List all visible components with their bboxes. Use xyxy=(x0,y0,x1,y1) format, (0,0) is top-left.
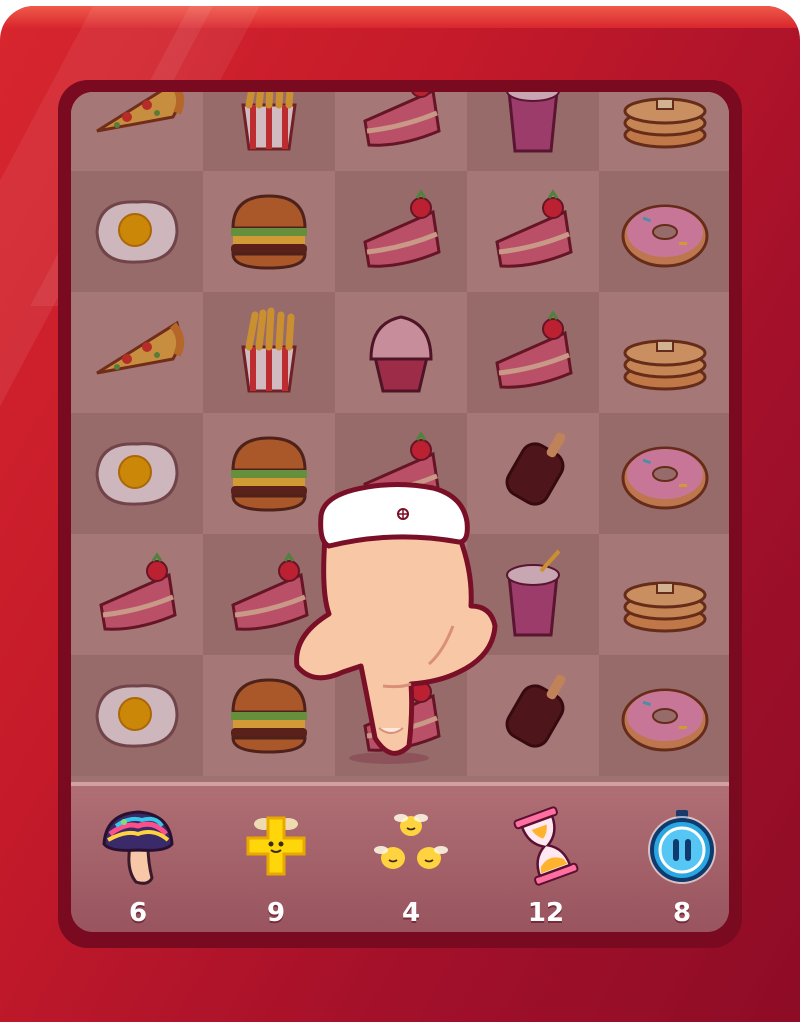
tile-fried-egg[interactable] xyxy=(71,655,203,776)
booster-count: 4 xyxy=(401,898,421,928)
milkshake-icon xyxy=(506,92,560,152)
tutorial-hand-pointer xyxy=(294,481,498,764)
fried-egg-icon xyxy=(95,683,179,748)
pizza-slice-icon xyxy=(96,320,185,374)
tile-fried-egg[interactable] xyxy=(71,171,203,292)
tile-pancakes[interactable] xyxy=(599,292,729,413)
hourglass-icon xyxy=(513,806,579,886)
donut-icon xyxy=(621,204,709,267)
strawberry-cake-icon xyxy=(495,309,573,389)
tile-cupcake[interactable] xyxy=(335,292,467,413)
tile-donut[interactable] xyxy=(599,171,729,292)
tile-burger[interactable] xyxy=(203,171,335,292)
booster-hourglass[interactable]: 12 xyxy=(491,804,601,932)
tile-strawberry-cake[interactable] xyxy=(71,534,203,655)
booster-count: 9 xyxy=(266,898,286,928)
tile-donut[interactable] xyxy=(599,413,729,534)
cupcake-icon xyxy=(369,314,433,392)
booster-count: 8 xyxy=(672,898,692,928)
french-fries-icon xyxy=(241,92,297,150)
french-fries-icon xyxy=(241,307,297,392)
tile-pancakes[interactable] xyxy=(599,534,729,655)
tile-donut[interactable] xyxy=(599,655,729,776)
booster-mushroom[interactable]: 6 xyxy=(83,804,193,932)
strawberry-cake-icon xyxy=(363,188,441,268)
strawberry-cake-icon xyxy=(99,551,177,631)
tray-divider xyxy=(71,782,729,786)
rainbow-mushroom-icon xyxy=(102,810,174,885)
booster-bees[interactable]: 4 xyxy=(356,804,466,932)
tile-french-fries[interactable] xyxy=(203,292,335,413)
strawberry-cake-icon xyxy=(363,92,441,147)
game-board: 6 9 4 12 8 xyxy=(71,92,729,932)
pizza-slice-icon xyxy=(96,92,185,132)
tile-pizza-slice[interactable] xyxy=(71,92,203,171)
tile-pizza-slice[interactable] xyxy=(71,292,203,413)
pancakes-icon xyxy=(623,339,707,390)
pancakes-icon xyxy=(623,97,707,148)
tile-fried-egg[interactable] xyxy=(71,413,203,534)
pause-timer-icon xyxy=(648,810,716,884)
donut-icon xyxy=(621,688,709,751)
donut-icon xyxy=(621,446,709,509)
pause-button[interactable]: 8 xyxy=(627,804,729,932)
pancakes-icon xyxy=(623,581,707,632)
tile-french-fries[interactable] xyxy=(203,92,335,171)
bees-icon xyxy=(374,814,448,869)
tile-pancakes[interactable] xyxy=(599,92,729,171)
tile-milkshake[interactable] xyxy=(467,92,599,171)
booster-count: 6 xyxy=(128,898,148,928)
burger-icon xyxy=(231,193,307,270)
tile-strawberry-cake[interactable] xyxy=(467,171,599,292)
strawberry-cake-icon xyxy=(495,188,573,268)
tile-strawberry-cake[interactable] xyxy=(335,171,467,292)
fried-egg-icon xyxy=(95,199,179,264)
booster-count: 12 xyxy=(527,898,565,928)
plus-icon xyxy=(246,816,306,876)
booster-plus[interactable]: 9 xyxy=(221,804,331,932)
tile-strawberry-cake[interactable] xyxy=(335,92,467,171)
fried-egg-icon xyxy=(95,441,179,506)
tile-strawberry-cake[interactable] xyxy=(467,292,599,413)
